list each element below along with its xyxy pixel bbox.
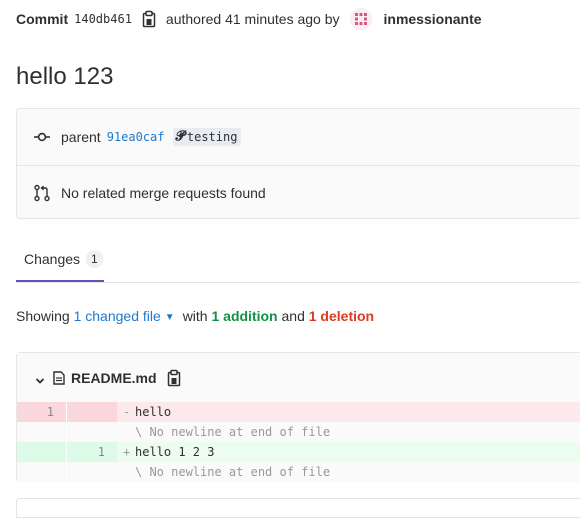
- branch-icon: 𝓟: [175, 129, 185, 144]
- old-line-number[interactable]: 1: [17, 402, 67, 422]
- parent-sha-link[interactable]: 91ea0caf: [107, 130, 165, 144]
- diff-line-deletion: 1 - hello: [17, 402, 580, 422]
- commit-info-box: parent 91ea0caf 𝓟 testing No related mer…: [16, 108, 580, 219]
- showing-label: Showing: [16, 308, 70, 324]
- diff-table: 1 - hello \ No newline at end of file 1 +…: [17, 402, 580, 482]
- diff-text: hello 1 2 3: [135, 445, 215, 459]
- diff-file: README.md 1 - hello \ No newline at end o…: [16, 352, 580, 482]
- diff-marker: -: [123, 405, 131, 419]
- branch-name: testing: [186, 129, 238, 144]
- file-header[interactable]: README.md: [17, 353, 580, 404]
- commit-tabs: Changes 1: [16, 238, 580, 283]
- diff-line-no-newline: \ No newline at end of file: [17, 422, 580, 442]
- parent-row: parent 91ea0caf 𝓟 testing: [17, 109, 580, 165]
- chevron-down-icon[interactable]: [35, 373, 45, 384]
- old-line-number[interactable]: [17, 442, 67, 462]
- diff-code: \ No newline at end of file: [117, 422, 580, 442]
- next-panel: [16, 498, 580, 518]
- clipboard-icon[interactable]: [167, 369, 181, 387]
- file-name[interactable]: README.md: [71, 370, 157, 386]
- new-line-number[interactable]: [67, 402, 117, 422]
- parent-label: parent: [61, 129, 101, 145]
- changed-files-dropdown[interactable]: 1 changed file: [74, 308, 161, 324]
- merge-request-icon: [33, 184, 51, 202]
- new-line-number[interactable]: 1: [67, 442, 117, 462]
- chevron-down-icon[interactable]: ▼: [165, 312, 175, 323]
- merge-requests-row: No related merge requests found: [17, 165, 580, 220]
- tab-changes-count: 1: [86, 250, 103, 268]
- diff-code: \ No newline at end of file: [117, 462, 580, 482]
- diff-text: \ No newline at end of file: [135, 425, 331, 439]
- commit-label: Commit: [16, 11, 69, 27]
- old-line-number: [17, 422, 67, 442]
- additions-count: 1 addition: [211, 308, 278, 324]
- old-line-number: [17, 462, 67, 482]
- identicon-avatar[interactable]: [349, 8, 372, 30]
- diff-marker: +: [123, 445, 131, 459]
- commit-title: hello 123: [16, 63, 114, 90]
- tab-changes[interactable]: Changes 1: [16, 238, 104, 282]
- commit-sha: 140db461: [74, 12, 132, 26]
- new-line-number: [67, 422, 117, 442]
- authored-text: authored 41 minutes ago by: [165, 11, 340, 27]
- diff-code: + hello 1 2 3: [117, 442, 580, 462]
- author-link[interactable]: inmessionante: [384, 11, 482, 27]
- branch-tag[interactable]: 𝓟 testing: [172, 128, 242, 146]
- diff-summary: Showing 1 changed file ▼ with 1 addition a…: [16, 308, 374, 324]
- merge-requests-text: No related merge requests found: [61, 185, 266, 201]
- clipboard-icon[interactable]: [142, 10, 156, 28]
- commit-icon: [33, 128, 51, 146]
- commit-header: Commit 140db461 authored 41 minutes ago …: [16, 8, 482, 30]
- with-label: with: [182, 308, 208, 324]
- diff-line-no-newline: \ No newline at end of file: [17, 462, 580, 482]
- and-label: and: [281, 308, 305, 324]
- diff-text: hello: [135, 405, 172, 419]
- deletions-count: 1 deletion: [308, 308, 375, 324]
- tab-changes-label: Changes: [24, 251, 81, 267]
- diff-code: - hello: [117, 402, 580, 422]
- new-line-number: [67, 462, 117, 482]
- file-icon: [53, 371, 65, 385]
- diff-text: \ No newline at end of file: [135, 465, 331, 479]
- diff-line-addition: 1 + hello 1 2 3: [17, 442, 580, 462]
